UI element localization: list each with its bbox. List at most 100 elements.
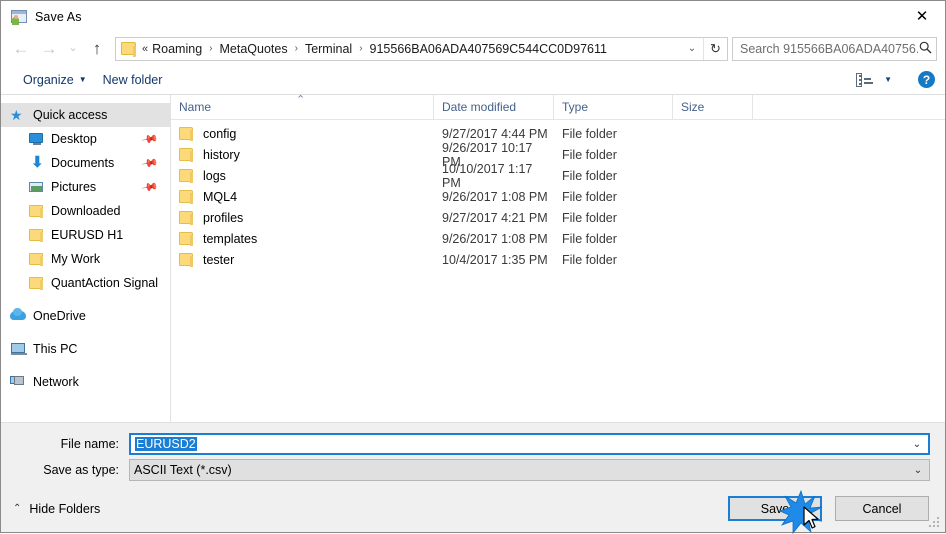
- sidebar-item-network[interactable]: Network: [1, 370, 170, 394]
- view-options-button[interactable]: ▼: [848, 68, 900, 92]
- organize-button[interactable]: Organize ▼: [15, 68, 95, 92]
- table-row[interactable]: MQL4 9/26/2017 1:08 PM File folder: [171, 186, 945, 207]
- command-toolbar: Organize ▼ New folder ▼ ?: [1, 65, 945, 95]
- table-row[interactable]: history 9/26/2017 10:17 PM File folder: [171, 141, 945, 169]
- pc-icon: [9, 341, 27, 357]
- breadcrumb-separator-icon[interactable]: ›: [354, 43, 367, 54]
- new-folder-button[interactable]: New folder: [95, 68, 171, 92]
- save-button[interactable]: Save: [728, 496, 822, 521]
- save-as-type-select[interactable]: ASCII Text (*.csv) ⌄: [129, 459, 930, 481]
- sidebar-item-documents[interactable]: ⬇ Documents 📌: [1, 151, 170, 175]
- file-name-cell: tester: [171, 253, 434, 267]
- table-row[interactable]: profiles 9/27/2017 4:21 PM File folder: [171, 207, 945, 228]
- breadcrumb-separator-icon[interactable]: ›: [204, 43, 217, 54]
- cancel-button[interactable]: Cancel: [835, 496, 929, 521]
- file-name-label: config: [203, 126, 237, 141]
- folder-icon: [27, 227, 45, 243]
- sidebar-item-label: Documents: [51, 156, 115, 170]
- back-icon[interactable]: ←: [7, 36, 35, 62]
- sidebar-item-downloaded[interactable]: Downloaded: [1, 199, 170, 223]
- breadcrumb-separator-icon[interactable]: ›: [290, 43, 303, 54]
- sidebar-item-desktop[interactable]: Desktop 📌: [1, 127, 170, 151]
- chevron-down-icon[interactable]: ⌄: [906, 439, 928, 450]
- up-icon[interactable]: ↑: [83, 36, 111, 62]
- file-name-label: history: [203, 147, 240, 162]
- sidebar-item-eurusd-h1[interactable]: EURUSD H1: [1, 223, 170, 247]
- table-row[interactable]: logs 10/10/2017 1:17 PM File folder: [171, 162, 945, 190]
- file-name-cell: templates: [171, 232, 434, 246]
- file-type-cell: File folder: [562, 231, 617, 246]
- sidebar-item-label: OneDrive: [33, 309, 86, 323]
- sidebar-item-my-work[interactable]: My Work: [1, 247, 170, 271]
- refresh-icon[interactable]: ↻: [703, 37, 727, 60]
- forward-icon[interactable]: →: [35, 36, 63, 62]
- sidebar-item-label: Quick access: [33, 108, 108, 122]
- folder-icon: [179, 211, 195, 225]
- search-input[interactable]: Search 915566BA06ADA40756...: [740, 42, 918, 56]
- navigation-bar: ← → ⌄ ↑ « Roaming › MetaQuotes › Termina…: [1, 32, 945, 65]
- address-folder-icon: [121, 42, 136, 57]
- column-header-type[interactable]: Type: [554, 95, 673, 119]
- file-date-cell: 9/27/2017 4:21 PM: [442, 210, 548, 225]
- sort-ascending-icon: ⌃: [296, 94, 306, 106]
- dialog-button-bar: ⌃ Hide Folders Save Cancel: [1, 485, 945, 532]
- sidebar-item-label: This PC: [33, 342, 78, 356]
- cloud-icon: [9, 308, 27, 324]
- file-type-cell: File folder: [562, 252, 617, 267]
- table-row[interactable]: templates 9/26/2017 1:08 PM File folder: [171, 228, 945, 249]
- breadcrumb-item-terminal[interactable]: Terminal: [303, 42, 354, 56]
- pin-icon[interactable]: 📌: [141, 154, 160, 173]
- file-date-cell: 10/10/2017 1:17 PM: [442, 161, 533, 190]
- chevron-down-icon[interactable]: ⌄: [907, 465, 929, 476]
- close-icon[interactable]: ✕: [899, 1, 945, 32]
- save-as-type-label: Save as type:: [43, 463, 119, 477]
- file-date-cell: 9/26/2017 1:08 PM: [442, 231, 548, 246]
- search-box[interactable]: Search 915566BA06ADA40756...: [732, 36, 937, 61]
- file-date-cell: 9/26/2017 1:08 PM: [442, 189, 548, 204]
- column-headers: ⌃ Name Date modified Type Size: [171, 94, 945, 120]
- file-name-value[interactable]: EURUSD2: [131, 437, 906, 451]
- window-title: Save As: [35, 9, 82, 24]
- file-type-cell: File folder: [562, 210, 617, 225]
- organize-label: Organize: [23, 72, 74, 87]
- folder-icon: [27, 251, 45, 267]
- sidebar-item-onedrive[interactable]: OneDrive: [1, 304, 170, 328]
- sidebar-item-label: Network: [33, 375, 79, 389]
- sidebar-item-label: My Work: [51, 252, 101, 266]
- search-icon: [918, 41, 932, 57]
- sidebar-item-this-pc[interactable]: This PC: [1, 337, 170, 361]
- breadcrumb-item-roaming[interactable]: Roaming: [150, 42, 204, 56]
- pin-icon[interactable]: 📌: [141, 178, 160, 197]
- sidebar-item-quantaction-signal[interactable]: QuantAction Signal: [1, 271, 170, 295]
- hide-folders-button[interactable]: ⌃ Hide Folders: [13, 502, 100, 516]
- sidebar-item-quick-access[interactable]: ★ Quick access: [1, 103, 170, 127]
- breadcrumb-overflow[interactable]: «: [142, 43, 150, 55]
- recent-locations-icon[interactable]: ⌄: [63, 36, 83, 62]
- column-header-date-modified[interactable]: Date modified: [434, 95, 554, 119]
- pin-icon[interactable]: 📌: [141, 130, 160, 149]
- help-button[interactable]: ?: [918, 71, 935, 88]
- monitor-icon: [27, 131, 45, 147]
- file-name-cell: history: [171, 148, 434, 162]
- file-name-input[interactable]: EURUSD2 ⌄: [129, 433, 930, 455]
- folder-icon: [27, 275, 45, 291]
- table-row[interactable]: tester 10/4/2017 1:35 PM File folder: [171, 249, 945, 270]
- chevron-down-icon[interactable]: ⌄: [681, 38, 703, 60]
- folder-icon: [179, 253, 195, 267]
- resize-grip[interactable]: [929, 517, 941, 529]
- picture-icon: [27, 179, 45, 195]
- breadcrumb-item-metaquotes[interactable]: MetaQuotes: [218, 42, 290, 56]
- file-type-cell: File folder: [562, 126, 617, 141]
- table-row[interactable]: config 9/27/2017 4:44 PM File folder: [171, 123, 945, 144]
- breadcrumb-item-terminal-id[interactable]: 915566BA06ADA407569C544CC0D97611: [368, 42, 609, 56]
- dialog-body: ★ Quick access Desktop 📌 ⬇ Documents 📌 P…: [1, 94, 945, 422]
- folder-icon: [27, 203, 45, 219]
- column-header-size[interactable]: Size: [673, 95, 753, 119]
- chevron-down-icon: ▼: [884, 75, 892, 84]
- file-name-row: File name: EURUSD2 ⌄: [16, 433, 930, 455]
- file-name-label: MQL4: [203, 189, 238, 204]
- sidebar-item-pictures[interactable]: Pictures 📌: [1, 175, 170, 199]
- file-name-label: File name:: [60, 437, 119, 451]
- address-bar[interactable]: « Roaming › MetaQuotes › Terminal › 9155…: [115, 36, 728, 61]
- sidebar-item-label: EURUSD H1: [51, 228, 124, 242]
